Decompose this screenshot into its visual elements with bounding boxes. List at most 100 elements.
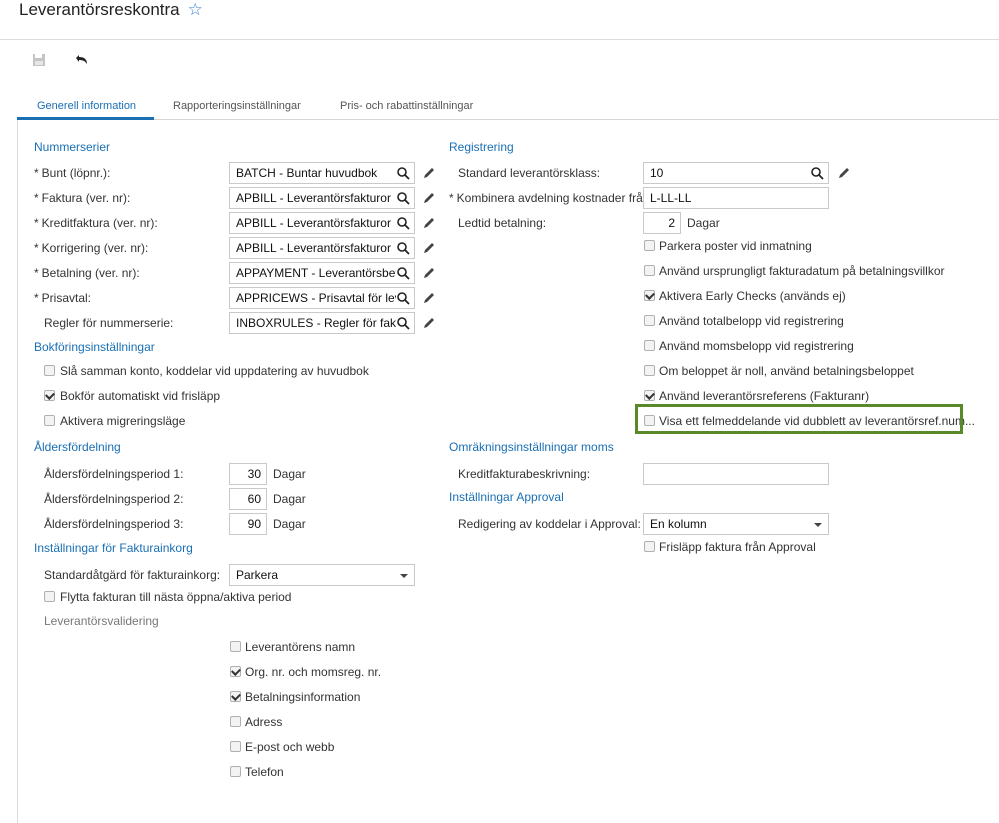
period-3-input[interactable]: 90 xyxy=(229,513,267,535)
search-icon xyxy=(397,292,410,305)
kombinera-input[interactable]: L-LL-LL xyxy=(643,187,829,209)
unit-period-2: Dagar xyxy=(273,492,306,506)
save-icon[interactable] xyxy=(31,52,47,68)
prisavtal-selector[interactable]: APPRICEWS - Prisavtal för leve xyxy=(229,287,415,309)
checkbox-momsbelopp[interactable] xyxy=(644,340,655,351)
label-adress: Adress xyxy=(245,715,283,729)
page-title: Leverantörsreskontra ☆ xyxy=(19,0,203,20)
label-kreditfaktura: * Kreditfaktura (ver. nr): xyxy=(34,216,158,230)
label-leverantorsvalidering: Leverantörsvalidering xyxy=(44,614,159,628)
label-kreditfakturabeskrivning: Kreditfakturabeskrivning: xyxy=(458,467,591,481)
checkbox-org-nr[interactable] xyxy=(230,666,241,677)
checkbox-parkera-poster[interactable] xyxy=(644,240,655,251)
label-early-checks: Aktivera Early Checks (används ej) xyxy=(659,289,846,303)
checkbox-sla-samman[interactable] xyxy=(44,365,55,376)
period-2-input[interactable]: 60 xyxy=(229,488,267,510)
checkbox-bokfor-automatiskt[interactable] xyxy=(44,390,55,401)
checkbox-leverantorens-namn[interactable] xyxy=(230,641,241,652)
unit-period-3: Dagar xyxy=(273,517,306,531)
checkbox-betalningsinformation[interactable] xyxy=(230,691,241,702)
edit-icon[interactable] xyxy=(422,191,436,205)
checkbox-telefon[interactable] xyxy=(230,766,241,777)
standard-leverantorsklass-selector[interactable]: 10 xyxy=(643,162,829,184)
header-divider xyxy=(0,39,999,40)
kreditfakturabeskrivning-input[interactable] xyxy=(643,463,829,485)
edit-icon[interactable] xyxy=(422,291,436,305)
section-omrakning: Omräkningsinställningar moms xyxy=(449,440,614,454)
search-icon xyxy=(397,192,410,205)
section-aldersfordelning: Åldersfördelning xyxy=(34,440,121,454)
bunt-selector[interactable]: BATCH - Buntar huvudbok xyxy=(229,162,415,184)
label-regler: Regler för nummerserie: xyxy=(44,316,174,330)
faktura-selector[interactable]: APBILL - Leverantörsfakturor xyxy=(229,187,415,209)
edit-icon[interactable] xyxy=(422,166,436,180)
tab-pris-och-rabattinstallningar[interactable]: Pris- och rabattinställningar xyxy=(340,100,473,112)
label-kombinera: * Kombinera avdelning kostnader från: xyxy=(449,191,653,205)
korrigering-selector[interactable]: APBILL - Leverantörsfakturor xyxy=(229,237,415,259)
label-betalningsinformation: Betalningsinformation xyxy=(245,690,361,704)
kreditfaktura-selector[interactable]: APBILL - Leverantörsfakturor xyxy=(229,212,415,234)
edit-icon[interactable] xyxy=(422,216,436,230)
label-epost-webb: E-post och webb xyxy=(245,740,335,754)
checkbox-epost-webb[interactable] xyxy=(230,741,241,752)
section-nummerserier: Nummerserier xyxy=(34,140,111,154)
checkbox-frislapp-approval[interactable] xyxy=(644,541,655,552)
regler-selector[interactable]: INBOXRULES - Regler för faktu xyxy=(229,312,415,334)
undo-icon[interactable] xyxy=(73,52,89,68)
label-parkera-poster: Parkera poster vid inmatning xyxy=(659,239,812,253)
chevron-down-icon xyxy=(400,574,408,578)
unit-ledtid: Dagar xyxy=(687,216,720,230)
label-org-nr: Org. nr. och momsreg. nr. xyxy=(245,665,382,679)
star-icon[interactable]: ☆ xyxy=(188,0,203,19)
label-ursprungligt-fakturadatum: Använd ursprungligt fakturadatum på beta… xyxy=(659,264,945,278)
label-period-3: Åldersfördelningsperiod 3: xyxy=(44,517,184,531)
checkbox-beloppet-noll[interactable] xyxy=(644,365,655,376)
label-betalning: * Betalning (ver. nr): xyxy=(34,266,140,280)
edit-icon[interactable] xyxy=(422,316,436,330)
label-period-1: Åldersfördelningsperiod 1: xyxy=(44,467,184,481)
label-standardatgard: Standardåtgärd för fakturainkorg: xyxy=(44,568,221,582)
label-korrigering: * Korrigering (ver. nr): xyxy=(34,241,149,255)
label-momsbelopp: Använd momsbelopp vid registrering xyxy=(659,339,854,353)
checkbox-leverantorsreferens[interactable] xyxy=(644,390,655,401)
label-sla-samman: Slå samman konto, koddelar vid uppdateri… xyxy=(60,364,369,378)
label-bokfor-automatiskt: Bokför automatiskt vid frisläpp xyxy=(60,389,221,403)
label-redigering-koddelar: Redigering av koddelar i Approval: xyxy=(458,517,641,531)
checkbox-migreringslage[interactable] xyxy=(44,415,55,426)
section-bokforing: Bokföringsinställningar xyxy=(34,340,155,354)
chevron-down-icon xyxy=(814,523,822,527)
section-registrering: Registrering xyxy=(449,140,514,154)
search-icon xyxy=(397,167,410,180)
label-frislapp-approval: Frisläpp faktura från Approval xyxy=(659,540,816,554)
redigering-koddelar-dropdown[interactable]: En kolumn xyxy=(643,513,829,535)
period-1-input[interactable]: 30 xyxy=(229,463,267,485)
label-leverantorsreferens: Använd leverantörsreferens (Fakturanr) xyxy=(659,389,870,403)
label-telefon: Telefon xyxy=(245,765,284,779)
tab-rapporteringsinstallningar[interactable]: Rapporteringsinställningar xyxy=(173,100,301,112)
search-icon xyxy=(811,167,824,180)
search-icon xyxy=(397,267,410,280)
tab-generell-information[interactable]: Generell information xyxy=(37,100,136,112)
label-migreringslage: Aktivera migreringsläge xyxy=(60,414,186,428)
edit-icon[interactable] xyxy=(422,241,436,255)
checkbox-adress[interactable] xyxy=(230,716,241,727)
label-beloppet-noll: Om beloppet är noll, använd betalningsbe… xyxy=(659,364,914,378)
checkbox-totalbelopp[interactable] xyxy=(644,315,655,326)
checkbox-ursprungligt-fakturadatum[interactable] xyxy=(644,265,655,276)
page-title-text: Leverantörsreskontra xyxy=(19,0,180,19)
checkbox-early-checks[interactable] xyxy=(644,290,655,301)
edit-icon[interactable] xyxy=(422,266,436,280)
betalning-selector[interactable]: APPAYMENT - Leverantörsbeta xyxy=(229,262,415,284)
section-approval: Inställningar Approval xyxy=(449,490,564,504)
search-icon xyxy=(397,217,410,230)
checkbox-flytta-fakturan[interactable] xyxy=(44,591,55,602)
edit-icon[interactable] xyxy=(837,166,851,180)
unit-period-1: Dagar xyxy=(273,467,306,481)
ledtid-input[interactable]: 2 xyxy=(643,212,681,234)
standardatgard-dropdown[interactable]: Parkera xyxy=(229,564,415,586)
label-totalbelopp: Använd totalbelopp vid registrering xyxy=(659,314,844,328)
highlight-box xyxy=(635,404,963,434)
label-period-2: Åldersfördelningsperiod 2: xyxy=(44,492,184,506)
section-fakturainkorg: Inställningar för Fakturainkorg xyxy=(34,541,193,555)
search-icon xyxy=(397,317,410,330)
